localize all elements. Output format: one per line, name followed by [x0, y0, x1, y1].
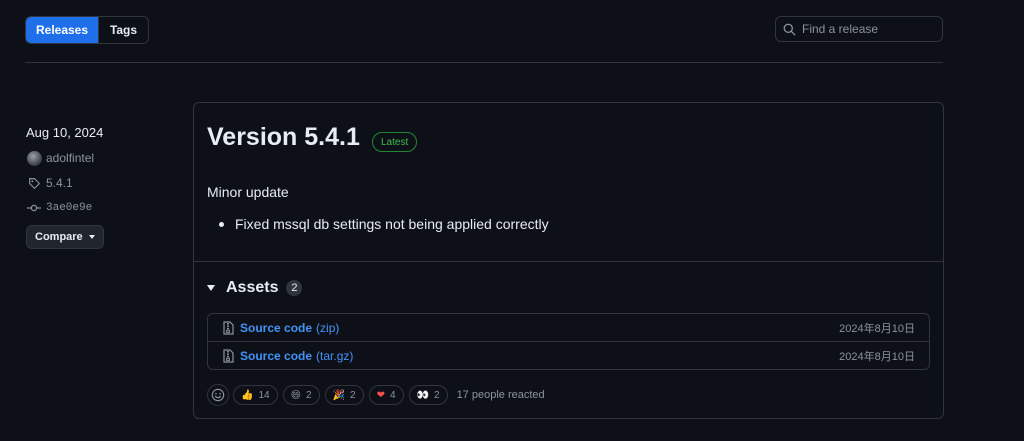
release-summary: Minor update [207, 184, 289, 200]
reaction-heart[interactable]: ❤ 4 [368, 385, 404, 405]
reaction-count: 2 [350, 389, 356, 401]
author-link[interactable]: adolfintel [26, 149, 176, 167]
reactions-bar: 👍 14 😄 2 🎉 2 ❤ 4 👀 2 17 people reacted [207, 384, 545, 406]
release-tabs: Releases Tags [25, 16, 149, 44]
asset-name[interactable]: Source code [240, 321, 312, 335]
hooray-icon: 🎉 [332, 389, 346, 401]
triangle-down-icon [207, 285, 215, 291]
release-date: Aug 10, 2024 [26, 125, 104, 140]
thumbs-up-icon: 👍 [241, 389, 254, 401]
reaction-thumbs-up[interactable]: 👍 14 [233, 385, 278, 405]
tab-tags[interactable]: Tags [98, 17, 148, 43]
assets-toggle[interactable]: Assets 2 [207, 279, 303, 297]
file-zip-icon [223, 320, 234, 335]
latest-badge: Latest [372, 132, 418, 152]
reaction-count: 2 [306, 389, 312, 401]
tag-link[interactable]: 5.4.1 [26, 174, 176, 192]
avatar [26, 150, 42, 166]
section-divider [194, 261, 943, 262]
release-card: Version 5.4.1 Latest Minor update Fixed … [193, 102, 944, 419]
reaction-eyes[interactable]: 👀 2 [408, 385, 448, 405]
reactions-summary: 17 people reacted [456, 389, 545, 401]
eyes-icon: 👀 [416, 389, 429, 401]
tag-icon [28, 177, 40, 189]
reaction-count: 14 [258, 389, 270, 401]
asset-name[interactable]: Source code [240, 349, 312, 363]
add-reaction-button[interactable] [207, 384, 229, 406]
list-item: Fixed mssql db settings not being applie… [207, 216, 549, 232]
header-divider [25, 62, 943, 63]
laugh-icon: 😄 [290, 389, 302, 401]
heart-icon: ❤ [376, 389, 385, 401]
reaction-count: 4 [389, 389, 396, 401]
assets-count-badge: 2 [286, 280, 303, 296]
search-input[interactable] [802, 22, 932, 36]
release-search[interactable] [775, 16, 943, 42]
tab-releases[interactable]: Releases [26, 17, 98, 43]
reaction-count: 2 [434, 389, 440, 401]
chevron-down-icon [88, 235, 95, 239]
asset-row[interactable]: Source code (zip) 2024年8月10日 [208, 314, 929, 341]
commit-sha[interactable]: 3ae0e9e [46, 202, 92, 214]
release-notes: Fixed mssql db settings not being applie… [207, 216, 549, 232]
assets-label: Assets [226, 279, 279, 296]
compare-button[interactable]: Compare [26, 225, 104, 249]
asset-row[interactable]: Source code (tar.gz) 2024年8月10日 [208, 341, 929, 369]
reaction-laugh[interactable]: 😄 2 [282, 385, 320, 405]
asset-ext[interactable]: (zip) [316, 321, 339, 335]
asset-date: 2024年8月10日 [839, 322, 915, 335]
reaction-hooray[interactable]: 🎉 2 [324, 385, 364, 405]
search-icon [783, 23, 796, 35]
tag-name[interactable]: 5.4.1 [46, 176, 73, 190]
asset-date: 2024年8月10日 [839, 350, 915, 363]
commit-link[interactable]: 3ae0e9e [26, 199, 176, 217]
commit-icon [27, 204, 41, 212]
compare-label: Compare [35, 231, 83, 243]
assets-list: Source code (zip) 2024年8月10日 Source code… [207, 313, 930, 370]
smiley-icon [211, 388, 225, 402]
release-title[interactable]: Version 5.4.1 [207, 123, 360, 152]
file-zip-icon [223, 348, 234, 363]
author-name[interactable]: adolfintel [46, 151, 94, 165]
release-sidebar: Aug 10, 2024 adolfintel 5.4.1 3ae0e9e Co… [26, 124, 176, 249]
asset-ext[interactable]: (tar.gz) [316, 349, 353, 363]
